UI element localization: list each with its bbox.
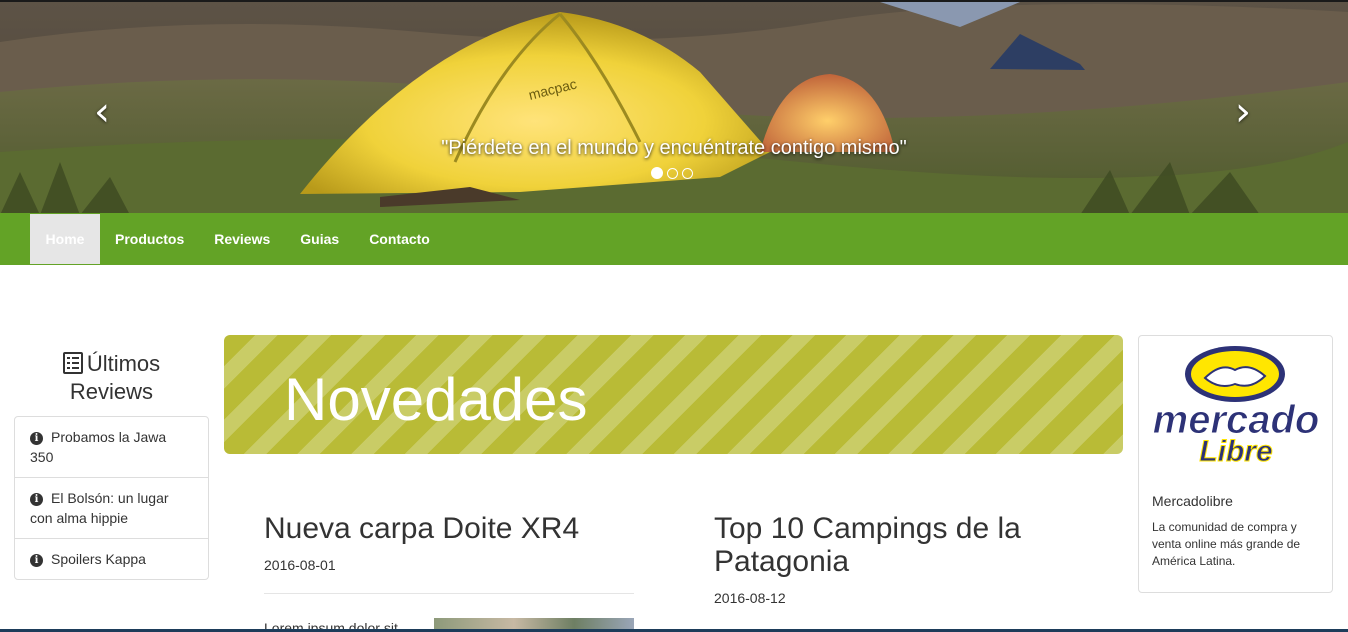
post-date: 2016-08-01 — [264, 557, 336, 573]
main-navbar: Home Productos Reviews Guias Contacto — [0, 213, 1348, 265]
review-item-2[interactable]: i El Bolsón: un lugar con alma hippie — [15, 477, 208, 538]
carousel-caption: "Piérdete en el mundo y encuéntrate cont… — [441, 137, 907, 159]
info-sign-icon: i — [30, 493, 43, 506]
mercadolibre-ad[interactable]: mercado Libre Mercadolibre La comunidad … — [1138, 335, 1333, 593]
carousel-slide-image: macpac — [0, 2, 1348, 213]
mercadolibre-logo: mercado Libre — [1152, 346, 1320, 469]
carousel-indicator-2[interactable] — [667, 168, 678, 179]
reviews-list: i Probamos la Jawa 350 i El Bolsón: un lug… — [14, 416, 209, 580]
carousel-prev-button[interactable]: ‹ — [72, 82, 132, 142]
list-alt-icon — [62, 352, 83, 374]
nav-item-productos[interactable]: Productos — [100, 214, 199, 264]
carousel-indicator-3[interactable] — [682, 168, 693, 179]
post-card: Nueva carpa Doite XR4 2016-08-01 Lorem i… — [264, 512, 634, 632]
carousel-next-button[interactable]: › — [1213, 82, 1273, 142]
nav-item-home[interactable]: Home — [30, 214, 100, 264]
banner-heading: Novedades — [284, 366, 588, 433]
page: macpac ‹ › "Piérdete en el mundo y encué… — [0, 0, 1348, 632]
info-sign-icon: i — [30, 432, 43, 445]
ad-title: Mercadolibre — [1152, 493, 1233, 509]
chevron-right-icon: › — [1235, 89, 1251, 135]
nav-menu: Home Productos Reviews Guias Contacto — [30, 214, 445, 264]
ad-description: La comunidad de compra y venta online má… — [1152, 520, 1301, 568]
novedades-banner: Novedades — [224, 335, 1123, 454]
hero-carousel: macpac ‹ › "Piérdete en el mundo y encué… — [0, 0, 1348, 213]
logo-text-libre: Libre — [1199, 435, 1272, 468]
info-sign-icon: i — [30, 554, 43, 567]
nav-item-reviews[interactable]: Reviews — [199, 214, 285, 264]
latest-reviews-sidebar: Últimos Reviews i Probamos la Jawa 350 iE… — [14, 350, 209, 580]
chevron-left-icon: ‹ — [94, 89, 110, 135]
review-item-1[interactable]: i Probamos la Jawa 350 — [15, 417, 208, 477]
sidebar-title-line2: Reviews — [69, 379, 154, 404]
nav-item-contacto[interactable]: Contacto — [354, 214, 445, 264]
nav-item-guias[interactable]: Guias — [285, 214, 354, 264]
sidebar-title-line1: Últimos — [86, 351, 161, 376]
post-title[interactable]: Nueva carpa Doite XR4 — [264, 512, 634, 545]
carousel-indicators — [651, 167, 693, 179]
post-divider — [264, 593, 634, 594]
review-item-title: Spoilers Kappa — [51, 551, 146, 567]
carousel-indicator-1[interactable] — [651, 167, 663, 179]
review-item-title: Probamos la Jawa 350 — [30, 429, 167, 465]
review-item-title: El Bolsón: un lugar con alma hippie — [30, 490, 169, 526]
sidebar-title: Últimos Reviews — [14, 350, 209, 406]
post-title[interactable]: Top 10 Campings de la Patagonia — [714, 512, 1114, 578]
post-date: 2016-08-12 — [714, 590, 786, 606]
post-card: Top 10 Campings de la Patagonia 2016-08-… — [714, 512, 1114, 606]
review-item-3[interactable]: i Spoilers Kappa — [15, 538, 208, 579]
